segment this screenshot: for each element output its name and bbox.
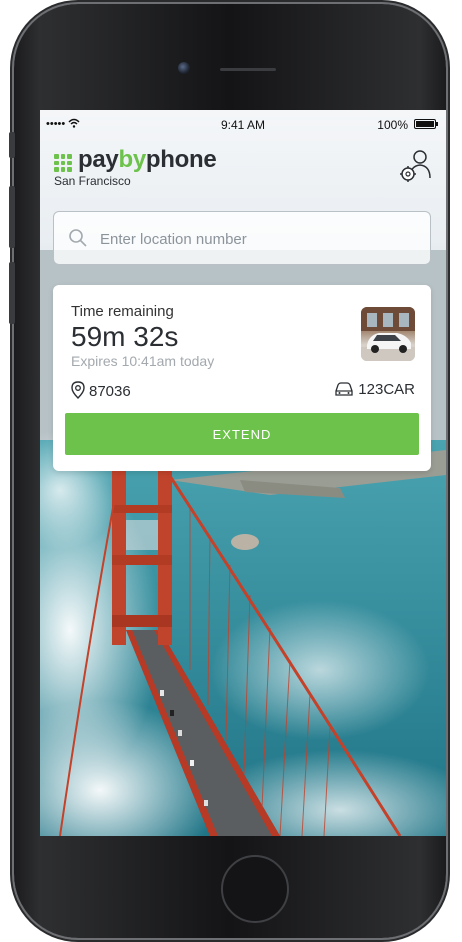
status-bar: ••••• 9:41 AM 100%	[40, 110, 446, 138]
vehicle-photo	[361, 307, 415, 361]
time-remaining-value: 59m 32s	[71, 321, 179, 352]
brand-logo-icon	[54, 154, 72, 172]
time-remaining-label: Time remaining	[71, 303, 174, 320]
license-plate: 123CAR	[358, 381, 415, 398]
battery-icon	[414, 119, 438, 129]
location-number-input[interactable]	[98, 220, 422, 258]
app-screen: ••••• 9:41 AM 100% paybyphone San Franci…	[40, 110, 446, 836]
city-label: San Francisco	[54, 174, 131, 188]
volume-up-button	[9, 186, 15, 248]
battery-percent: 100%	[377, 118, 408, 132]
location-pin-icon	[71, 381, 85, 399]
search-icon	[69, 229, 87, 247]
location-search[interactable]	[53, 211, 431, 265]
earpiece-speaker	[220, 68, 276, 71]
parking-session-card[interactable]: Time remaining 59m 32s Expires 10:41am t…	[53, 285, 431, 471]
brand-name: paybyphone	[78, 146, 217, 173]
volume-down-button	[9, 262, 15, 324]
front-camera	[178, 62, 190, 74]
location-number: 87036	[89, 383, 131, 400]
extend-button[interactable]: EXTEND	[65, 413, 419, 455]
mute-switch	[9, 132, 15, 158]
vehicle-info: 123CAR	[334, 381, 415, 398]
home-button[interactable]	[221, 855, 289, 923]
user-settings-icon[interactable]	[398, 148, 434, 184]
location-info: 87036	[71, 381, 131, 400]
car-icon	[335, 382, 353, 396]
expiry-text: Expires 10:41am today	[71, 353, 215, 369]
